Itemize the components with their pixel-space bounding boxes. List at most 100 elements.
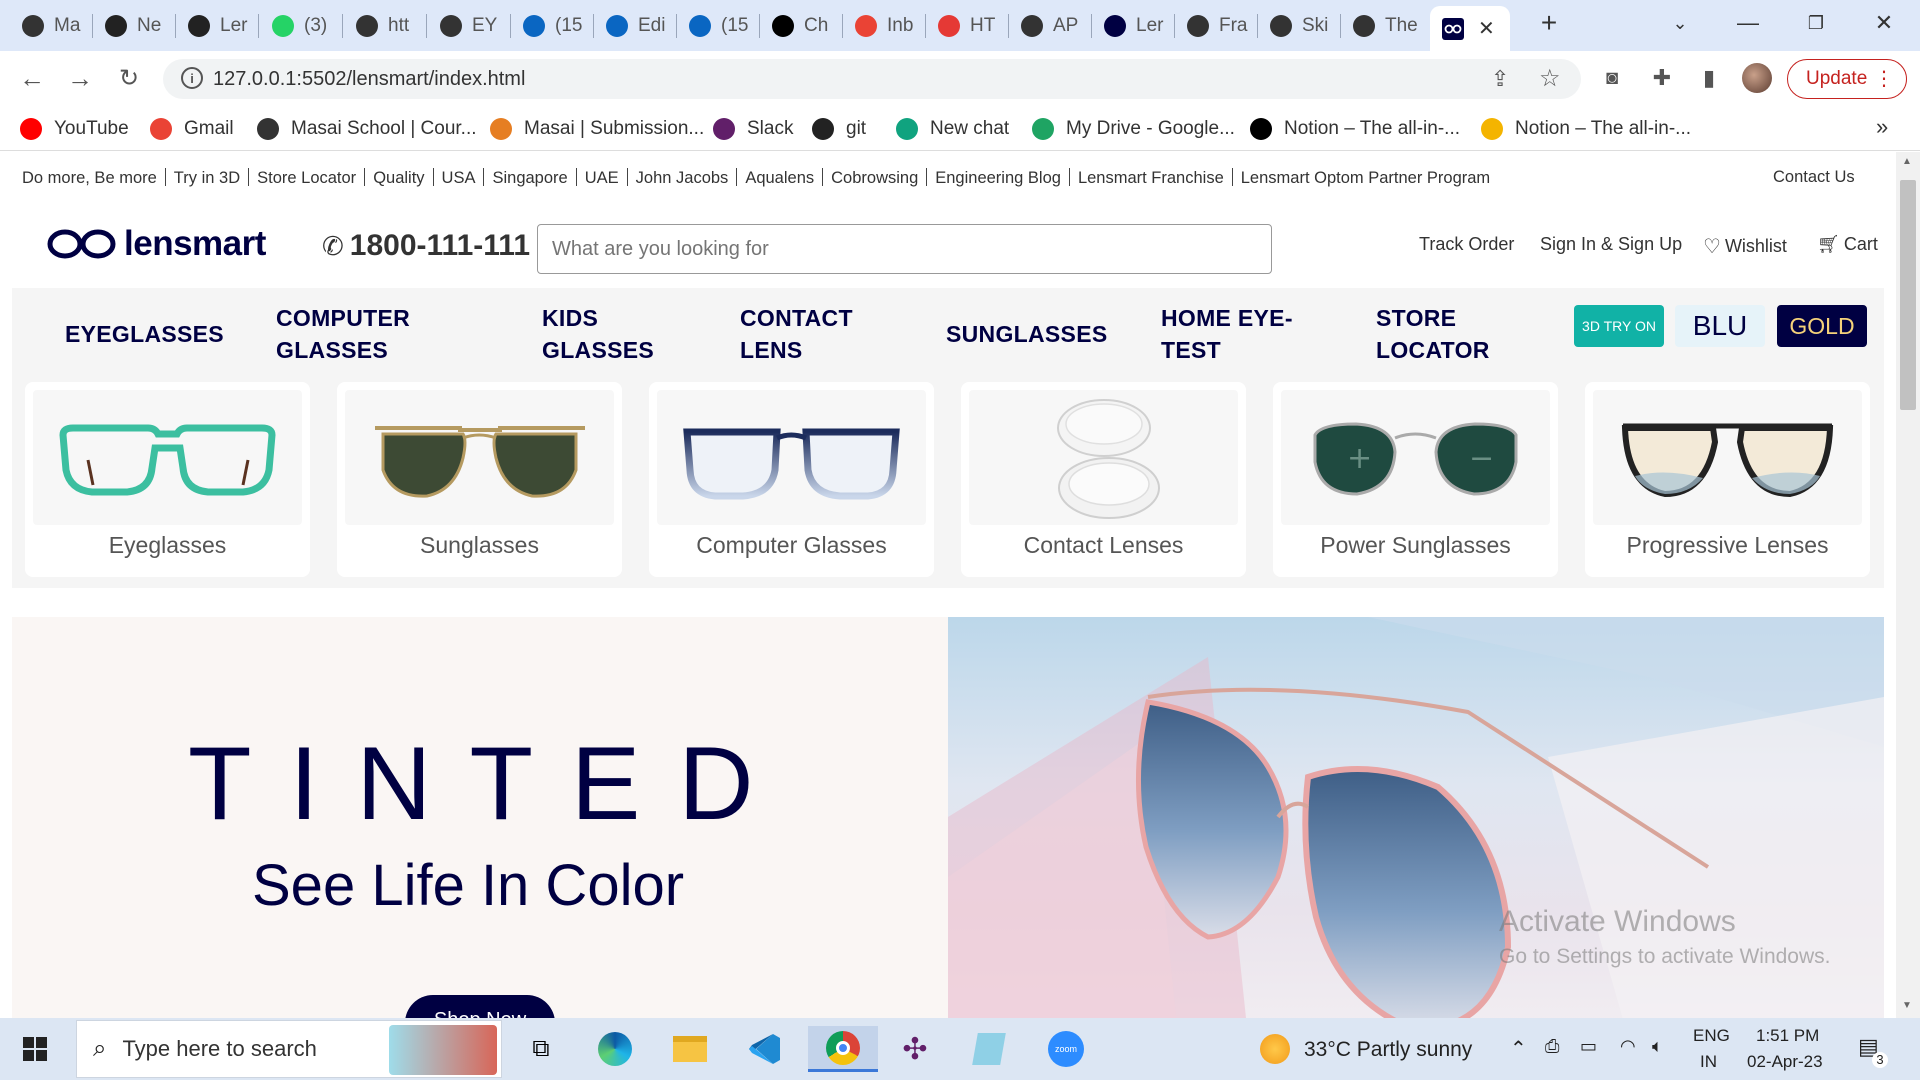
- tab-active-lensmart[interactable]: ✕: [1430, 6, 1510, 51]
- update-button[interactable]: Update ⋮: [1787, 59, 1907, 99]
- browser-tab[interactable]: Inb: [843, 6, 925, 46]
- browser-tab[interactable]: Edi: [594, 6, 676, 46]
- site-search-input[interactable]: [537, 224, 1272, 274]
- track-order-link[interactable]: Track Order: [1419, 234, 1514, 255]
- bookmark-item[interactable]: My Drive - Google...: [1032, 116, 1235, 142]
- bookmark-item[interactable]: git: [812, 116, 866, 142]
- bookmark-item[interactable]: Notion – The all-in-...: [1250, 116, 1460, 142]
- url-text[interactable]: 127.0.0.1:5502/lensmart/index.html: [213, 68, 525, 91]
- tab-search-chevron-down-icon[interactable]: ⌄: [1650, 0, 1710, 46]
- top-link[interactable]: Quality: [373, 169, 424, 187]
- top-link[interactable]: USA: [442, 169, 476, 187]
- browser-tab[interactable]: Ler: [1092, 6, 1174, 46]
- close-icon[interactable]: ✕: [1478, 16, 1495, 41]
- top-link[interactable]: Lensmart Optom Partner Program: [1241, 169, 1490, 187]
- browser-tab[interactable]: Ma: [10, 6, 92, 46]
- volume-icon[interactable]: 🔈︎: [1652, 1036, 1663, 1057]
- category-card-eyeglasses[interactable]: Eyeglasses: [25, 382, 310, 577]
- gold-button[interactable]: GOLD: [1777, 305, 1867, 347]
- language-in[interactable]: IN: [1700, 1052, 1717, 1072]
- top-link[interactable]: Engineering Blog: [935, 169, 1061, 187]
- shop-now-button[interactable]: Shop Now: [405, 995, 555, 1018]
- top-link[interactable]: Store Locator: [257, 169, 356, 187]
- nav-item[interactable]: CONTACT LENS: [740, 302, 853, 366]
- window-close-icon[interactable]: ✕: [1854, 0, 1914, 46]
- top-link[interactable]: Cobrowsing: [831, 169, 918, 187]
- side-panel-icon[interactable]: ▮: [1692, 61, 1726, 95]
- language-eng[interactable]: ENG: [1693, 1026, 1730, 1046]
- bookmark-item[interactable]: Masai School | Cour...: [257, 116, 477, 142]
- nav-item[interactable]: HOME EYE- TEST: [1161, 302, 1293, 366]
- bookmark-item[interactable]: YouTube: [20, 116, 129, 142]
- meet-now-icon[interactable]: ⎙: [1545, 1036, 1559, 1057]
- browser-tab[interactable]: (15: [677, 6, 759, 46]
- edge-browser-icon[interactable]: [592, 1026, 638, 1072]
- new-tab-plus-icon[interactable]: +: [1519, 0, 1579, 46]
- nav-item[interactable]: STORE LOCATOR: [1376, 302, 1490, 366]
- wifi-icon[interactable]: ◠: [1620, 1036, 1636, 1057]
- task-view-icon[interactable]: ⧉: [518, 1026, 564, 1072]
- browser-tab[interactable]: Ski: [1258, 6, 1340, 46]
- site-info-icon[interactable]: i: [181, 67, 203, 89]
- nav-item[interactable]: COMPUTER GLASSES: [276, 302, 410, 366]
- browser-tab[interactable]: AP: [1009, 6, 1091, 46]
- category-card-computer-glasses[interactable]: Computer Glasses: [649, 382, 934, 577]
- kebab-menu-icon[interactable]: ⋮: [1874, 66, 1894, 91]
- top-link[interactable]: UAE: [585, 169, 619, 187]
- battery-icon[interactable]: ▭: [1580, 1036, 1597, 1057]
- browser-tab[interactable]: (3): [260, 6, 342, 46]
- blu-button[interactable]: BLU: [1675, 305, 1765, 347]
- extension-lens-icon[interactable]: ◙: [1595, 61, 1629, 95]
- file-explorer-icon[interactable]: [667, 1026, 713, 1072]
- browser-tab[interactable]: The: [1341, 6, 1423, 46]
- tray-chevron-up-icon[interactable]: ⌃: [1510, 1036, 1527, 1061]
- contact-us-link[interactable]: Contact Us: [1773, 168, 1855, 187]
- top-link[interactable]: Aqualens: [745, 169, 814, 187]
- browser-tab[interactable]: Ch: [760, 6, 842, 46]
- weather-text[interactable]: 33°C Partly sunny: [1304, 1038, 1472, 1062]
- category-card-progressive-lenses[interactable]: Progressive Lenses: [1585, 382, 1870, 577]
- zoom-icon[interactable]: zoom: [1043, 1026, 1089, 1072]
- nav-item[interactable]: KIDS GLASSES: [542, 302, 654, 366]
- top-link[interactable]: Try in 3D: [174, 169, 240, 187]
- more-bookmarks-chevron-icon[interactable]: »: [1876, 114, 1888, 140]
- browser-tab[interactable]: Ler: [176, 6, 258, 46]
- nav-item[interactable]: SUNGLASSES: [946, 318, 1107, 350]
- back-arrow-icon[interactable]: ←: [15, 61, 49, 95]
- top-link[interactable]: Do more, Be more: [22, 169, 157, 187]
- browser-tab[interactable]: Ne: [93, 6, 175, 46]
- notepad-icon[interactable]: [966, 1026, 1012, 1072]
- top-link[interactable]: Singapore: [492, 169, 567, 187]
- browser-tab[interactable]: (15: [511, 6, 593, 46]
- bookmark-item[interactable]: Masai | Submission...: [490, 116, 704, 142]
- category-card-contact-lenses[interactable]: Contact Lenses: [961, 382, 1246, 577]
- top-link[interactable]: Lensmart Franchise: [1078, 169, 1224, 187]
- browser-tab[interactable]: EY: [428, 6, 510, 46]
- page-scrollbar[interactable]: ▲ ▼: [1896, 152, 1920, 1018]
- browser-tab[interactable]: Fra: [1175, 6, 1257, 46]
- wishlist-link[interactable]: ♡ Wishlist: [1703, 234, 1787, 259]
- bookmark-item[interactable]: Gmail: [150, 116, 234, 142]
- scrollbar-thumb[interactable]: [1900, 180, 1916, 410]
- browser-tab[interactable]: htt: [344, 6, 426, 46]
- bookmark-item[interactable]: Notion – The all-in-...: [1481, 116, 1691, 142]
- restore-icon[interactable]: ❐: [1786, 0, 1846, 46]
- address-bar[interactable]: i 127.0.0.1:5502/lensmart/index.html ⇪ ☆: [163, 59, 1581, 99]
- sign-in-link[interactable]: Sign In & Sign Up: [1540, 234, 1682, 255]
- vscode-icon[interactable]: [742, 1026, 788, 1072]
- slack-icon[interactable]: ✣: [892, 1026, 938, 1072]
- windows-start-icon[interactable]: [12, 1026, 58, 1072]
- weather-sun-icon[interactable]: [1255, 1026, 1295, 1072]
- bookmark-star-icon[interactable]: ☆: [1539, 64, 1561, 93]
- forward-arrow-icon[interactable]: →: [63, 61, 97, 95]
- lensmart-logo[interactable]: lensmart: [46, 224, 266, 264]
- taskbar-search-box[interactable]: ⌕ Type here to search: [76, 1020, 502, 1078]
- cart-link[interactable]: 🛒︎ Cart: [1817, 234, 1878, 255]
- share-icon[interactable]: ⇪: [1491, 66, 1509, 92]
- minimize-icon[interactable]: —: [1718, 0, 1778, 46]
- 3d-try-on-button[interactable]: 3D TRY ON: [1574, 305, 1664, 347]
- bookmark-item[interactable]: Slack: [713, 116, 793, 142]
- category-card-sunglasses[interactable]: Sunglasses: [337, 382, 622, 577]
- chrome-icon[interactable]: [808, 1026, 878, 1072]
- profile-avatar[interactable]: [1740, 61, 1774, 95]
